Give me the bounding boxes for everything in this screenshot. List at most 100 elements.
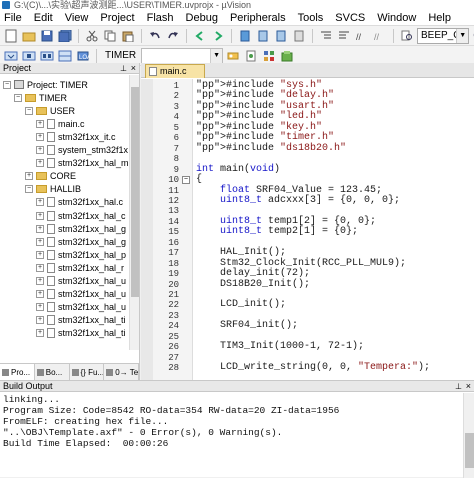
tree-file-item[interactable]: + stm32f1xx_hal_u	[36, 301, 126, 314]
expand-icon[interactable]: +	[36, 198, 44, 207]
menu-flash[interactable]: Flash	[141, 10, 180, 25]
save-all-icon[interactable]	[57, 28, 73, 44]
expand-icon[interactable]: +	[36, 159, 44, 168]
redo-icon[interactable]	[165, 28, 181, 44]
tree-project-item[interactable]: − Project: TIMER	[3, 78, 88, 91]
close-icon[interactable]: ×	[466, 381, 471, 392]
editor-tab-main-c[interactable]: main.c	[145, 64, 205, 78]
build-output-scrollbar[interactable]	[463, 393, 474, 478]
toolbar-separator	[141, 28, 142, 43]
menu-project[interactable]: Project	[94, 10, 140, 25]
tree-file-item[interactable]: + main.c	[36, 117, 85, 130]
tree-file-item[interactable]: + stm32f1xx_hal.c	[36, 196, 123, 209]
tree-file-item[interactable]: + stm32f1xx_hal_ti	[36, 327, 126, 340]
tree-file-item[interactable]: + stm32f1xx_hal_ti	[36, 314, 126, 327]
save-icon[interactable]	[39, 28, 55, 44]
navigate-back-icon[interactable]	[192, 28, 208, 44]
collapse-icon[interactable]: −	[14, 93, 22, 102]
expand-icon[interactable]: +	[36, 224, 44, 233]
target-options-icon[interactable]	[225, 48, 241, 64]
pin-icon[interactable]: ⊥	[455, 381, 462, 392]
expand-icon[interactable]: +	[36, 119, 44, 128]
tree-folder-item[interactable]: + CORE	[25, 170, 76, 183]
expand-icon[interactable]: +	[36, 277, 44, 285]
tree-folder-item[interactable]: − USER	[25, 104, 75, 117]
fold-collapse-icon[interactable]: −	[182, 176, 190, 185]
expand-icon[interactable]: +	[36, 211, 44, 220]
manage-project-items-icon[interactable]	[261, 48, 277, 64]
open-folder-icon[interactable]	[21, 28, 37, 44]
tree-file-item[interactable]: + stm32f1xx_hal_g	[36, 222, 126, 235]
project-tree-scrollbar[interactable]	[129, 75, 139, 350]
chevron-down-icon[interactable]: ▼	[210, 48, 223, 63]
prev-bookmark-icon[interactable]	[255, 28, 271, 44]
download-icon[interactable]: LOAD	[75, 48, 91, 64]
translate-icon[interactable]	[3, 48, 19, 64]
build-icon[interactable]	[21, 48, 37, 64]
undo-icon[interactable]	[147, 28, 163, 44]
tree-file-item[interactable]: + stm32f1xx_hal_p	[36, 248, 126, 261]
menu-edit[interactable]: Edit	[28, 10, 59, 25]
expand-icon[interactable]: +	[36, 329, 44, 338]
tree-file-item[interactable]: + stm32f1xx_hal_u	[36, 275, 126, 288]
expand-icon[interactable]: +	[36, 316, 44, 325]
tree-file-item[interactable]: + stm32f1xx_hal_r	[36, 261, 124, 274]
tree-folder-item[interactable]: − TIMER	[14, 91, 67, 104]
target-select[interactable]: ▼	[141, 47, 224, 64]
menu-help[interactable]: Help	[422, 10, 457, 25]
batch-build-icon[interactable]	[57, 48, 73, 64]
comment-icon[interactable]: //	[354, 28, 370, 44]
project-panel-tab[interactable]: {} Fu...	[70, 364, 105, 380]
tree-file-item[interactable]: + stm32f1xx_hal_m	[36, 157, 129, 170]
bookmark-icon[interactable]	[237, 28, 253, 44]
expand-icon[interactable]: +	[36, 303, 44, 312]
close-icon[interactable]: ×	[131, 63, 136, 74]
tree-file-item[interactable]: + stm32f1xx_it.c	[36, 130, 116, 143]
tree-file-item[interactable]: + stm32f1xx_hal_u	[36, 288, 126, 301]
collapse-icon[interactable]: −	[25, 185, 33, 194]
tree-file-item[interactable]: + system_stm32f1x	[36, 144, 128, 157]
project-panel-tab[interactable]: Pro...	[0, 364, 35, 380]
menu-peripherals[interactable]: Peripherals	[224, 10, 292, 25]
project-panel-tab[interactable]: 0→ Te...	[104, 364, 139, 380]
new-file-icon[interactable]	[3, 28, 19, 44]
unindent-icon[interactable]	[336, 28, 352, 44]
paste-icon[interactable]	[120, 28, 136, 44]
tree-file-item[interactable]: + stm32f1xx_hal_g	[36, 235, 126, 248]
copy-icon[interactable]	[102, 28, 118, 44]
tree-folder-item[interactable]: − HALLIB	[25, 183, 81, 196]
menu-debug[interactable]: Debug	[180, 10, 224, 25]
clear-bookmarks-icon[interactable]	[291, 28, 307, 44]
tree-file-item[interactable]: + stm32f1xx_hal_c	[36, 209, 126, 222]
next-bookmark-icon[interactable]	[273, 28, 289, 44]
file-extensions-icon[interactable]	[243, 48, 259, 64]
expand-icon[interactable]: +	[36, 146, 44, 154]
rebuild-icon[interactable]	[39, 48, 55, 64]
expand-icon[interactable]: +	[36, 250, 44, 259]
expand-icon[interactable]: +	[36, 132, 44, 141]
expand-icon[interactable]: +	[36, 237, 44, 246]
menu-view[interactable]: View	[59, 10, 95, 25]
menu-file[interactable]: File	[0, 10, 28, 25]
pack-installer-icon[interactable]	[279, 48, 295, 64]
pin-icon[interactable]: ⊥	[120, 63, 127, 74]
find-in-files-icon[interactable]	[399, 28, 415, 44]
menu-tools[interactable]: Tools	[292, 10, 330, 25]
scrollbar-thumb[interactable]	[131, 87, 139, 297]
collapse-icon[interactable]: −	[3, 80, 11, 89]
menu-window[interactable]: Window	[371, 10, 422, 25]
indent-icon[interactable]	[318, 28, 334, 44]
expand-icon[interactable]: +	[36, 263, 44, 272]
scrollbar-thumb[interactable]	[465, 433, 474, 468]
navigate-forward-icon[interactable]	[210, 28, 226, 44]
code-area[interactable]: 1 "pp">#include "sys.h" 2 "pp">#include "de…	[141, 79, 474, 380]
expand-icon[interactable]: +	[25, 172, 33, 181]
find-combo[interactable]: BEEP_ON ▼	[417, 27, 470, 44]
project-panel-tab[interactable]: Bo...	[35, 364, 70, 380]
uncomment-icon[interactable]: //	[372, 28, 388, 44]
cut-icon[interactable]	[84, 28, 100, 44]
collapse-icon[interactable]: −	[25, 106, 33, 115]
expand-icon[interactable]: +	[36, 290, 44, 299]
menu-svcs[interactable]: SVCS	[329, 10, 371, 25]
chevron-down-icon[interactable]: ▼	[456, 28, 469, 43]
